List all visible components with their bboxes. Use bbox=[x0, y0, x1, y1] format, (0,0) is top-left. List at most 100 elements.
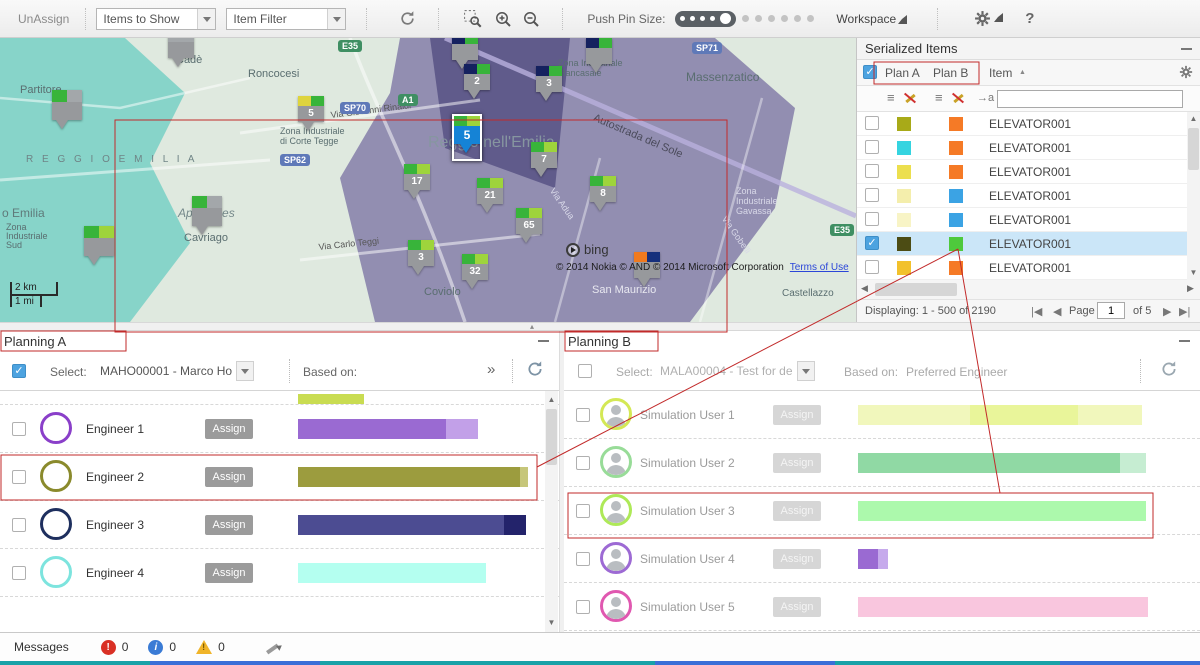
row-checkbox[interactable] bbox=[865, 164, 879, 178]
scroll-left-icon[interactable]: ◀ bbox=[861, 283, 868, 294]
map-pushpin[interactable]: 7 bbox=[531, 142, 557, 183]
map-pushpin[interactable]: 3 bbox=[536, 66, 562, 107]
items-to-show-select[interactable]: Items to Show bbox=[96, 8, 216, 30]
row-checkbox[interactable] bbox=[12, 470, 26, 484]
horizontal-splitter[interactable]: ▴ bbox=[0, 322, 1200, 331]
refresh-icon[interactable] bbox=[1160, 360, 1178, 378]
settings-gear-icon[interactable] bbox=[974, 10, 1003, 27]
table-row[interactable]: ELEVATOR001 bbox=[857, 208, 1200, 232]
column-header-item[interactable]: Item bbox=[989, 66, 1012, 80]
table-row[interactable]: ELEVATOR001 bbox=[857, 256, 1200, 280]
table-row[interactable]: ✓ELEVATOR001 bbox=[857, 232, 1200, 256]
assign-button[interactable]: Assign bbox=[773, 453, 821, 473]
map-pushpin[interactable]: 5 bbox=[452, 114, 482, 161]
next-page-icon[interactable]: ▶ bbox=[1163, 305, 1171, 318]
scroll-right-icon[interactable]: ▶ bbox=[1187, 283, 1194, 294]
map-pushpin[interactable]: 32 bbox=[462, 254, 488, 295]
assign-button[interactable]: Assign bbox=[773, 597, 821, 617]
horizontal-scrollbar[interactable]: ◀ ▶ bbox=[857, 280, 1200, 300]
row-checkbox[interactable] bbox=[865, 188, 879, 202]
column-settings-gear-icon[interactable] bbox=[1179, 65, 1193, 79]
scrollbar-thumb[interactable] bbox=[546, 409, 557, 465]
row-checkbox[interactable] bbox=[12, 422, 26, 436]
collapse-icon[interactable] bbox=[538, 340, 549, 342]
scrollbar-thumb[interactable] bbox=[875, 283, 957, 296]
table-row[interactable]: ELEVATOR001 bbox=[857, 160, 1200, 184]
map-pushpin[interactable]: 3 bbox=[408, 240, 434, 281]
last-page-icon[interactable]: ▶| bbox=[1179, 305, 1190, 318]
scroll-down-icon[interactable]: ▼ bbox=[545, 616, 558, 630]
refresh-icon[interactable] bbox=[526, 360, 544, 378]
table-row[interactable]: ELEVATOR001 bbox=[857, 136, 1200, 160]
map-pushpin[interactable]: 5 bbox=[298, 96, 324, 137]
assign-button[interactable]: Assign bbox=[205, 467, 253, 487]
row-checkbox[interactable] bbox=[12, 518, 26, 532]
plan-select-combo[interactable]: MALA00004 - Test for de bbox=[660, 360, 815, 382]
assign-button[interactable]: Assign bbox=[773, 501, 821, 521]
map-pushpin[interactable]: 65 bbox=[516, 208, 542, 249]
assign-button[interactable]: Assign bbox=[205, 419, 253, 439]
log-pencil-icon[interactable] bbox=[265, 639, 281, 655]
vertical-scrollbar[interactable]: ▲ ▼ bbox=[545, 391, 558, 632]
row-checkbox[interactable] bbox=[865, 260, 879, 274]
column-header-plan-b[interactable]: Plan B bbox=[933, 66, 968, 80]
item-filter-input[interactable] bbox=[997, 90, 1183, 108]
prev-page-icon[interactable]: ◀ bbox=[1053, 305, 1061, 318]
collapse-icon[interactable] bbox=[1181, 48, 1192, 50]
row-checkbox[interactable] bbox=[12, 566, 26, 580]
map-pushpin[interactable]: 17 bbox=[404, 164, 430, 205]
assign-button[interactable]: Assign bbox=[205, 563, 253, 583]
zoom-in-icon[interactable] bbox=[494, 10, 512, 28]
scroll-up-icon[interactable]: ▲ bbox=[545, 393, 558, 407]
row-checkbox[interactable] bbox=[865, 212, 879, 226]
refresh-icon[interactable] bbox=[399, 10, 416, 27]
map-pushpin[interactable]: 2 bbox=[464, 64, 490, 105]
row-checkbox[interactable] bbox=[576, 456, 590, 470]
vertical-scrollbar[interactable]: ▲ ▼ bbox=[1187, 112, 1200, 280]
row-checkbox[interactable] bbox=[865, 116, 879, 130]
terms-of-use-link[interactable]: Terms of Use bbox=[790, 262, 849, 273]
row-checkbox[interactable] bbox=[576, 600, 590, 614]
plan-select-combo[interactable]: MAHO00001 - Marco Ho bbox=[100, 360, 254, 382]
substring-filter-icon[interactable]: →a bbox=[977, 91, 994, 105]
row-checkbox[interactable] bbox=[576, 504, 590, 518]
row-checkbox[interactable] bbox=[576, 552, 590, 566]
map-pushpin[interactable] bbox=[168, 38, 194, 73]
assign-button[interactable]: Assign bbox=[773, 549, 821, 569]
plan-enabled-checkbox[interactable] bbox=[578, 364, 592, 378]
plan-a-clear-edit-icon[interactable] bbox=[903, 91, 917, 105]
assign-button[interactable]: Assign bbox=[773, 405, 821, 425]
push-pin-size-control[interactable]: Push Pin Size: bbox=[587, 11, 814, 27]
map-pushpin[interactable] bbox=[52, 90, 82, 135]
first-page-icon[interactable]: |◀ bbox=[1031, 305, 1042, 318]
unassign-button[interactable]: UnAssign bbox=[12, 12, 75, 26]
table-row[interactable]: ELEVATOR001 bbox=[857, 112, 1200, 136]
overflow-more-icon[interactable]: » bbox=[487, 361, 495, 378]
help-icon[interactable]: ? bbox=[1025, 10, 1034, 27]
map-pushpin[interactable]: 8 bbox=[590, 176, 616, 217]
map-pushpin[interactable] bbox=[192, 196, 222, 241]
row-checkbox[interactable] bbox=[576, 408, 590, 422]
column-header-plan-a[interactable]: Plan A bbox=[885, 66, 920, 80]
plan-b-clear-edit-icon[interactable] bbox=[951, 91, 965, 105]
assign-button[interactable]: Assign bbox=[205, 515, 253, 535]
select-all-checkbox[interactable]: ✓ bbox=[863, 65, 877, 79]
map-pushpin[interactable]: 21 bbox=[477, 178, 503, 219]
plan-enabled-checkbox[interactable]: ✓ bbox=[12, 364, 26, 378]
plan-b-list-filter-icon[interactable]: ≡ bbox=[935, 91, 943, 105]
scroll-up-icon[interactable]: ▲ bbox=[1187, 112, 1200, 126]
workspace-menu[interactable]: Workspace bbox=[836, 12, 907, 26]
collapse-icon[interactable] bbox=[1179, 340, 1190, 342]
map-pushpin[interactable] bbox=[84, 226, 114, 271]
plan-a-list-filter-icon[interactable]: ≡ bbox=[887, 91, 895, 105]
collapse-handle-icon[interactable]: ▴ bbox=[530, 322, 534, 331]
map-pushpin[interactable] bbox=[586, 38, 612, 79]
item-filter-select[interactable]: Item Filter bbox=[226, 8, 346, 30]
table-row[interactable]: ELEVATOR001 bbox=[857, 184, 1200, 208]
row-checkbox[interactable]: ✓ bbox=[865, 236, 879, 250]
zoom-selection-icon[interactable] bbox=[463, 9, 482, 28]
pin-size-slider[interactable] bbox=[675, 11, 736, 27]
row-checkbox[interactable] bbox=[865, 140, 879, 154]
map-canvas[interactable]: CadèRoncocesiMassenzaticoZona Industrial… bbox=[0, 38, 856, 322]
scroll-down-icon[interactable]: ▼ bbox=[1187, 266, 1200, 280]
